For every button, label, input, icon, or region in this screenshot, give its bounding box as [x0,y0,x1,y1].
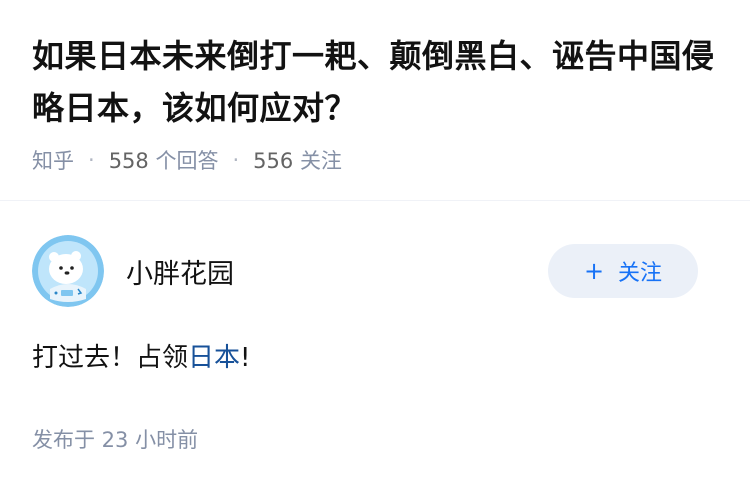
question-title[interactable]: 如果日本未来倒打一耙、颠倒黑白、诬告中国侵略日本，该如何应对？ [32,30,718,134]
author-name[interactable]: 小胖花园 [126,252,548,291]
answer-text: 打过去！占领 [32,343,189,373]
answers-count[interactable]: 558 个回答 [109,145,219,175]
followers-count-value: 556 [253,149,294,173]
meta-separator: · [232,148,240,172]
follow-button-label: 关注 [618,261,663,286]
source-label[interactable]: 知乎 [32,145,74,175]
answers-count-label: 个回答 [155,149,219,173]
plus-icon: + [583,257,605,285]
followers-count[interactable]: 556 关注 [253,145,342,175]
section-divider [0,200,750,201]
answer-link[interactable]: 日本 [188,343,240,373]
follow-button[interactable]: + 关注 [548,244,698,298]
author-row: 小胖花园 + 关注 [32,234,718,308]
answer-card: 小胖花园 + 关注 打过去！占领日本! 发布于 23 小时前 [0,234,750,454]
question-meta: 知乎 · 558 个回答 · 556 关注 [32,142,718,178]
bear-astronaut-icon [32,235,104,307]
publish-time: 发布于 23 小时前 [32,428,199,452]
meta-separator: · [88,148,95,172]
answer-content: 打过去！占领日本! [32,334,718,382]
avatar[interactable] [32,235,104,307]
followers-count-label: 关注 [299,149,342,173]
answer-text-end: ! [240,343,251,373]
answers-count-value: 558 [108,149,149,173]
question-header: 如果日本未来倒打一耙、颠倒黑白、诬告中国侵略日本，该如何应对？ 知乎 · 558… [0,0,750,178]
